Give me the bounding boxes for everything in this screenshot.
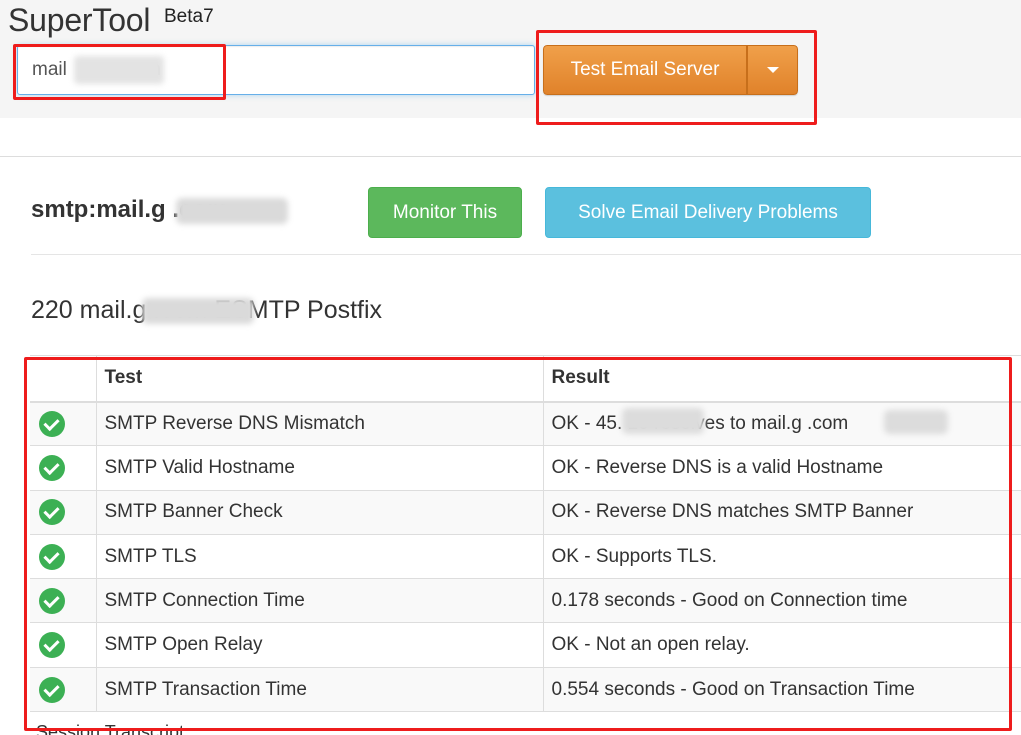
check-circle-icon bbox=[39, 410, 65, 437]
test-email-server-button[interactable]: Test Email Server bbox=[543, 45, 747, 95]
redaction-blur bbox=[74, 56, 164, 84]
test-results-table: Test Result SMTP Reverse DNS Mismatch OK… bbox=[30, 355, 1021, 712]
header-result: Result bbox=[543, 355, 1021, 403]
redaction-blur bbox=[884, 410, 948, 434]
check-circle-icon bbox=[39, 632, 65, 659]
test-button-group: Test Email Server bbox=[543, 45, 798, 95]
table-row: SMTP Connection Time 0.178 seconds - Goo… bbox=[30, 578, 1021, 623]
check-circle-icon bbox=[39, 454, 65, 481]
test-result: OK - Supports TLS. bbox=[543, 533, 1021, 579]
table-row: SMTP TLS OK - Supports TLS. bbox=[30, 533, 1021, 579]
test-name: SMTP Banner Check bbox=[96, 489, 544, 535]
table-row: SMTP Open Relay OK - Not an open relay. bbox=[30, 622, 1021, 668]
test-email-server-label: Test Email Server bbox=[570, 59, 720, 80]
check-circle-icon bbox=[39, 499, 65, 526]
session-transcript-label[interactable]: Session Transcript bbox=[36, 722, 184, 735]
test-name: SMTP Reverse DNS Mismatch bbox=[96, 400, 544, 446]
header-status bbox=[30, 355, 97, 403]
redaction-blur bbox=[176, 198, 288, 224]
table-header-row: Test Result bbox=[30, 355, 1021, 403]
table-row: SMTP Transaction Time 0.554 seconds - Go… bbox=[30, 666, 1021, 712]
test-options-dropdown-button[interactable] bbox=[747, 45, 798, 95]
test-name: SMTP Open Relay bbox=[96, 622, 544, 668]
table-bottom-border bbox=[30, 711, 1021, 712]
test-name: SMTP Valid Hostname bbox=[96, 445, 544, 491]
table-row: SMTP Valid Hostname OK - Reverse DNS is … bbox=[30, 445, 1021, 491]
caret-down-icon bbox=[766, 67, 779, 73]
table-row: SMTP Reverse DNS Mismatch OK - 45. 16 re… bbox=[30, 400, 1021, 446]
check-circle-icon bbox=[39, 676, 65, 703]
solve-delivery-problems-label: Solve Email Delivery Problems bbox=[578, 201, 838, 223]
table-row: SMTP Banner Check OK - Reverse DNS match… bbox=[30, 489, 1021, 535]
test-result: 0.178 seconds - Good on Connection time bbox=[543, 578, 1021, 623]
test-result: OK - Not an open relay. bbox=[543, 622, 1021, 668]
solve-delivery-problems-button[interactable]: Solve Email Delivery Problems bbox=[545, 187, 871, 238]
redaction-blur bbox=[622, 408, 704, 434]
check-circle-icon bbox=[39, 587, 65, 614]
top-bar: SuperTool Beta7 Test Email Server bbox=[0, 0, 1021, 118]
test-result: OK - Reverse DNS matches SMTP Banner bbox=[543, 489, 1021, 535]
check-circle-icon bbox=[39, 543, 65, 570]
section-divider bbox=[31, 254, 1021, 255]
test-name: SMTP Connection Time bbox=[96, 578, 544, 623]
test-result: OK - 45. 16 resolves to mail.g .com bbox=[543, 400, 1021, 446]
header-test: Test bbox=[96, 355, 544, 403]
redaction-blur bbox=[142, 298, 254, 324]
test-name: SMTP TLS bbox=[96, 533, 544, 579]
brand-logo[interactable]: SuperTool bbox=[8, 2, 150, 39]
test-result: 0.554 seconds - Good on Transaction Time bbox=[543, 666, 1021, 712]
monitor-this-button[interactable]: Monitor This bbox=[368, 187, 522, 238]
monitor-this-label: Monitor This bbox=[392, 201, 498, 223]
version-badge: Beta7 bbox=[164, 6, 214, 27]
test-name: SMTP Transaction Time bbox=[96, 666, 544, 712]
test-result: OK - Reverse DNS is a valid Hostname bbox=[543, 445, 1021, 491]
page: SuperTool Beta7 Test Email Server smtp:m… bbox=[0, 0, 1021, 735]
